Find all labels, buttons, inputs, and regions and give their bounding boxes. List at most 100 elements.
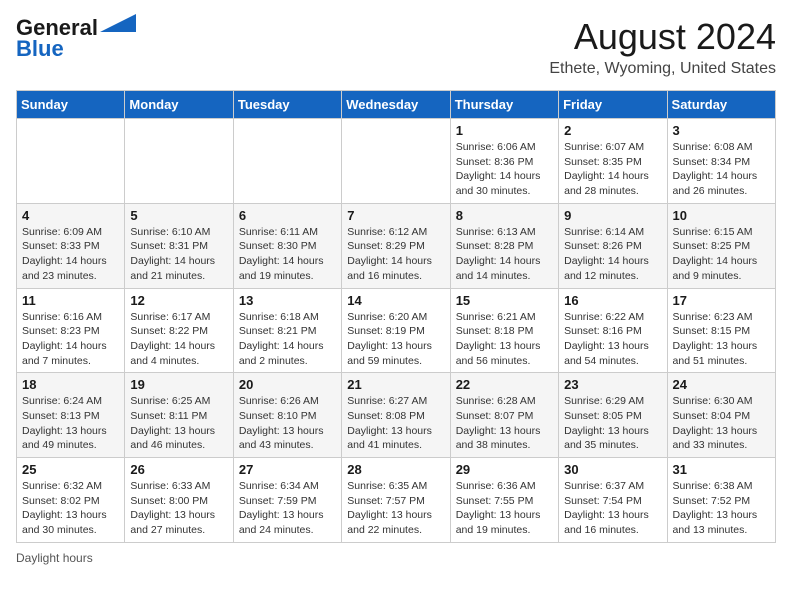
day-number: 18 [22,377,119,392]
calendar-cell-w4-d6: 24 Sunrise: 6:30 AMSunset: 8:04 PMDaylig… [667,373,775,458]
day-number: 10 [673,208,770,223]
calendar-header-row: Sunday Monday Tuesday Wednesday Thursday… [17,91,776,119]
day-number: 15 [456,293,553,308]
day-detail: Sunrise: 6:11 AMSunset: 8:30 PMDaylight:… [239,225,336,284]
calendar-cell-w5-d1: 26 Sunrise: 6:33 AMSunset: 8:00 PMDaylig… [125,458,233,543]
day-number: 2 [564,123,661,138]
calendar-cell-w1-d4: 1 Sunrise: 6:06 AMSunset: 8:36 PMDayligh… [450,119,558,204]
calendar-cell-w3-d4: 15 Sunrise: 6:21 AMSunset: 8:18 PMDaylig… [450,288,558,373]
day-number: 12 [130,293,227,308]
calendar-week-4: 18 Sunrise: 6:24 AMSunset: 8:13 PMDaylig… [17,373,776,458]
day-number: 1 [456,123,553,138]
header-wednesday: Wednesday [342,91,450,119]
calendar-cell-w3-d3: 14 Sunrise: 6:20 AMSunset: 8:19 PMDaylig… [342,288,450,373]
logo-blue: Blue [16,36,64,62]
day-number: 7 [347,208,444,223]
day-number: 22 [456,377,553,392]
day-detail: Sunrise: 6:24 AMSunset: 8:13 PMDaylight:… [22,394,119,453]
day-detail: Sunrise: 6:28 AMSunset: 8:07 PMDaylight:… [456,394,553,453]
logo: General Blue [16,16,136,62]
day-number: 27 [239,462,336,477]
day-number: 11 [22,293,119,308]
day-number: 8 [456,208,553,223]
day-detail: Sunrise: 6:36 AMSunset: 7:55 PMDaylight:… [456,479,553,538]
day-number: 30 [564,462,661,477]
day-detail: Sunrise: 6:16 AMSunset: 8:23 PMDaylight:… [22,310,119,369]
day-number: 14 [347,293,444,308]
calendar-week-5: 25 Sunrise: 6:32 AMSunset: 8:02 PMDaylig… [17,458,776,543]
day-number: 26 [130,462,227,477]
day-number: 9 [564,208,661,223]
calendar-cell-w2-d1: 5 Sunrise: 6:10 AMSunset: 8:31 PMDayligh… [125,203,233,288]
day-number: 4 [22,208,119,223]
day-detail: Sunrise: 6:10 AMSunset: 8:31 PMDaylight:… [130,225,227,284]
day-detail: Sunrise: 6:06 AMSunset: 8:36 PMDaylight:… [456,140,553,199]
calendar-cell-w5-d4: 29 Sunrise: 6:36 AMSunset: 7:55 PMDaylig… [450,458,558,543]
calendar-cell-w5-d0: 25 Sunrise: 6:32 AMSunset: 8:02 PMDaylig… [17,458,125,543]
header-thursday: Thursday [450,91,558,119]
header-monday: Monday [125,91,233,119]
header-friday: Friday [559,91,667,119]
calendar-cell-w3-d6: 17 Sunrise: 6:23 AMSunset: 8:15 PMDaylig… [667,288,775,373]
day-detail: Sunrise: 6:35 AMSunset: 7:57 PMDaylight:… [347,479,444,538]
header: General Blue August 2024 Ethete, Wyoming… [16,16,776,78]
footer-note: Daylight hours [16,551,776,565]
day-detail: Sunrise: 6:09 AMSunset: 8:33 PMDaylight:… [22,225,119,284]
day-detail: Sunrise: 6:30 AMSunset: 8:04 PMDaylight:… [673,394,770,453]
calendar-table: Sunday Monday Tuesday Wednesday Thursday… [16,90,776,543]
day-detail: Sunrise: 6:18 AMSunset: 8:21 PMDaylight:… [239,310,336,369]
day-number: 24 [673,377,770,392]
calendar-cell-w1-d3 [342,119,450,204]
header-tuesday: Tuesday [233,91,341,119]
day-number: 31 [673,462,770,477]
day-number: 17 [673,293,770,308]
day-detail: Sunrise: 6:17 AMSunset: 8:22 PMDaylight:… [130,310,227,369]
calendar-cell-w4-d2: 20 Sunrise: 6:26 AMSunset: 8:10 PMDaylig… [233,373,341,458]
day-detail: Sunrise: 6:38 AMSunset: 7:52 PMDaylight:… [673,479,770,538]
header-saturday: Saturday [667,91,775,119]
page-subtitle: Ethete, Wyoming, United States [549,60,776,78]
calendar-cell-w3-d0: 11 Sunrise: 6:16 AMSunset: 8:23 PMDaylig… [17,288,125,373]
calendar-cell-w2-d0: 4 Sunrise: 6:09 AMSunset: 8:33 PMDayligh… [17,203,125,288]
day-number: 25 [22,462,119,477]
day-number: 16 [564,293,661,308]
day-detail: Sunrise: 6:15 AMSunset: 8:25 PMDaylight:… [673,225,770,284]
day-number: 19 [130,377,227,392]
day-detail: Sunrise: 6:13 AMSunset: 8:28 PMDaylight:… [456,225,553,284]
calendar-cell-w3-d2: 13 Sunrise: 6:18 AMSunset: 8:21 PMDaylig… [233,288,341,373]
day-number: 23 [564,377,661,392]
calendar-cell-w1-d5: 2 Sunrise: 6:07 AMSunset: 8:35 PMDayligh… [559,119,667,204]
day-detail: Sunrise: 6:37 AMSunset: 7:54 PMDaylight:… [564,479,661,538]
day-detail: Sunrise: 6:21 AMSunset: 8:18 PMDaylight:… [456,310,553,369]
calendar-cell-w5-d3: 28 Sunrise: 6:35 AMSunset: 7:57 PMDaylig… [342,458,450,543]
day-detail: Sunrise: 6:23 AMSunset: 8:15 PMDaylight:… [673,310,770,369]
day-detail: Sunrise: 6:26 AMSunset: 8:10 PMDaylight:… [239,394,336,453]
day-detail: Sunrise: 6:29 AMSunset: 8:05 PMDaylight:… [564,394,661,453]
header-sunday: Sunday [17,91,125,119]
calendar-cell-w4-d4: 22 Sunrise: 6:28 AMSunset: 8:07 PMDaylig… [450,373,558,458]
calendar-cell-w4-d0: 18 Sunrise: 6:24 AMSunset: 8:13 PMDaylig… [17,373,125,458]
day-number: 21 [347,377,444,392]
calendar-cell-w5-d5: 30 Sunrise: 6:37 AMSunset: 7:54 PMDaylig… [559,458,667,543]
day-detail: Sunrise: 6:20 AMSunset: 8:19 PMDaylight:… [347,310,444,369]
calendar-cell-w4-d3: 21 Sunrise: 6:27 AMSunset: 8:08 PMDaylig… [342,373,450,458]
calendar-cell-w3-d1: 12 Sunrise: 6:17 AMSunset: 8:22 PMDaylig… [125,288,233,373]
day-number: 6 [239,208,336,223]
calendar-week-3: 11 Sunrise: 6:16 AMSunset: 8:23 PMDaylig… [17,288,776,373]
day-number: 3 [673,123,770,138]
calendar-cell-w1-d6: 3 Sunrise: 6:08 AMSunset: 8:34 PMDayligh… [667,119,775,204]
day-detail: Sunrise: 6:22 AMSunset: 8:16 PMDaylight:… [564,310,661,369]
day-detail: Sunrise: 6:12 AMSunset: 8:29 PMDaylight:… [347,225,444,284]
calendar-cell-w4-d1: 19 Sunrise: 6:25 AMSunset: 8:11 PMDaylig… [125,373,233,458]
calendar-cell-w2-d5: 9 Sunrise: 6:14 AMSunset: 8:26 PMDayligh… [559,203,667,288]
calendar-cell-w2-d3: 7 Sunrise: 6:12 AMSunset: 8:29 PMDayligh… [342,203,450,288]
calendar-week-2: 4 Sunrise: 6:09 AMSunset: 8:33 PMDayligh… [17,203,776,288]
logo-icon [100,14,136,32]
calendar-cell-w2-d4: 8 Sunrise: 6:13 AMSunset: 8:28 PMDayligh… [450,203,558,288]
day-detail: Sunrise: 6:14 AMSunset: 8:26 PMDaylight:… [564,225,661,284]
day-detail: Sunrise: 6:27 AMSunset: 8:08 PMDaylight:… [347,394,444,453]
calendar-cell-w1-d0 [17,119,125,204]
calendar-cell-w1-d1 [125,119,233,204]
title-area: August 2024 Ethete, Wyoming, United Stat… [549,16,776,78]
calendar-cell-w5-d2: 27 Sunrise: 6:34 AMSunset: 7:59 PMDaylig… [233,458,341,543]
